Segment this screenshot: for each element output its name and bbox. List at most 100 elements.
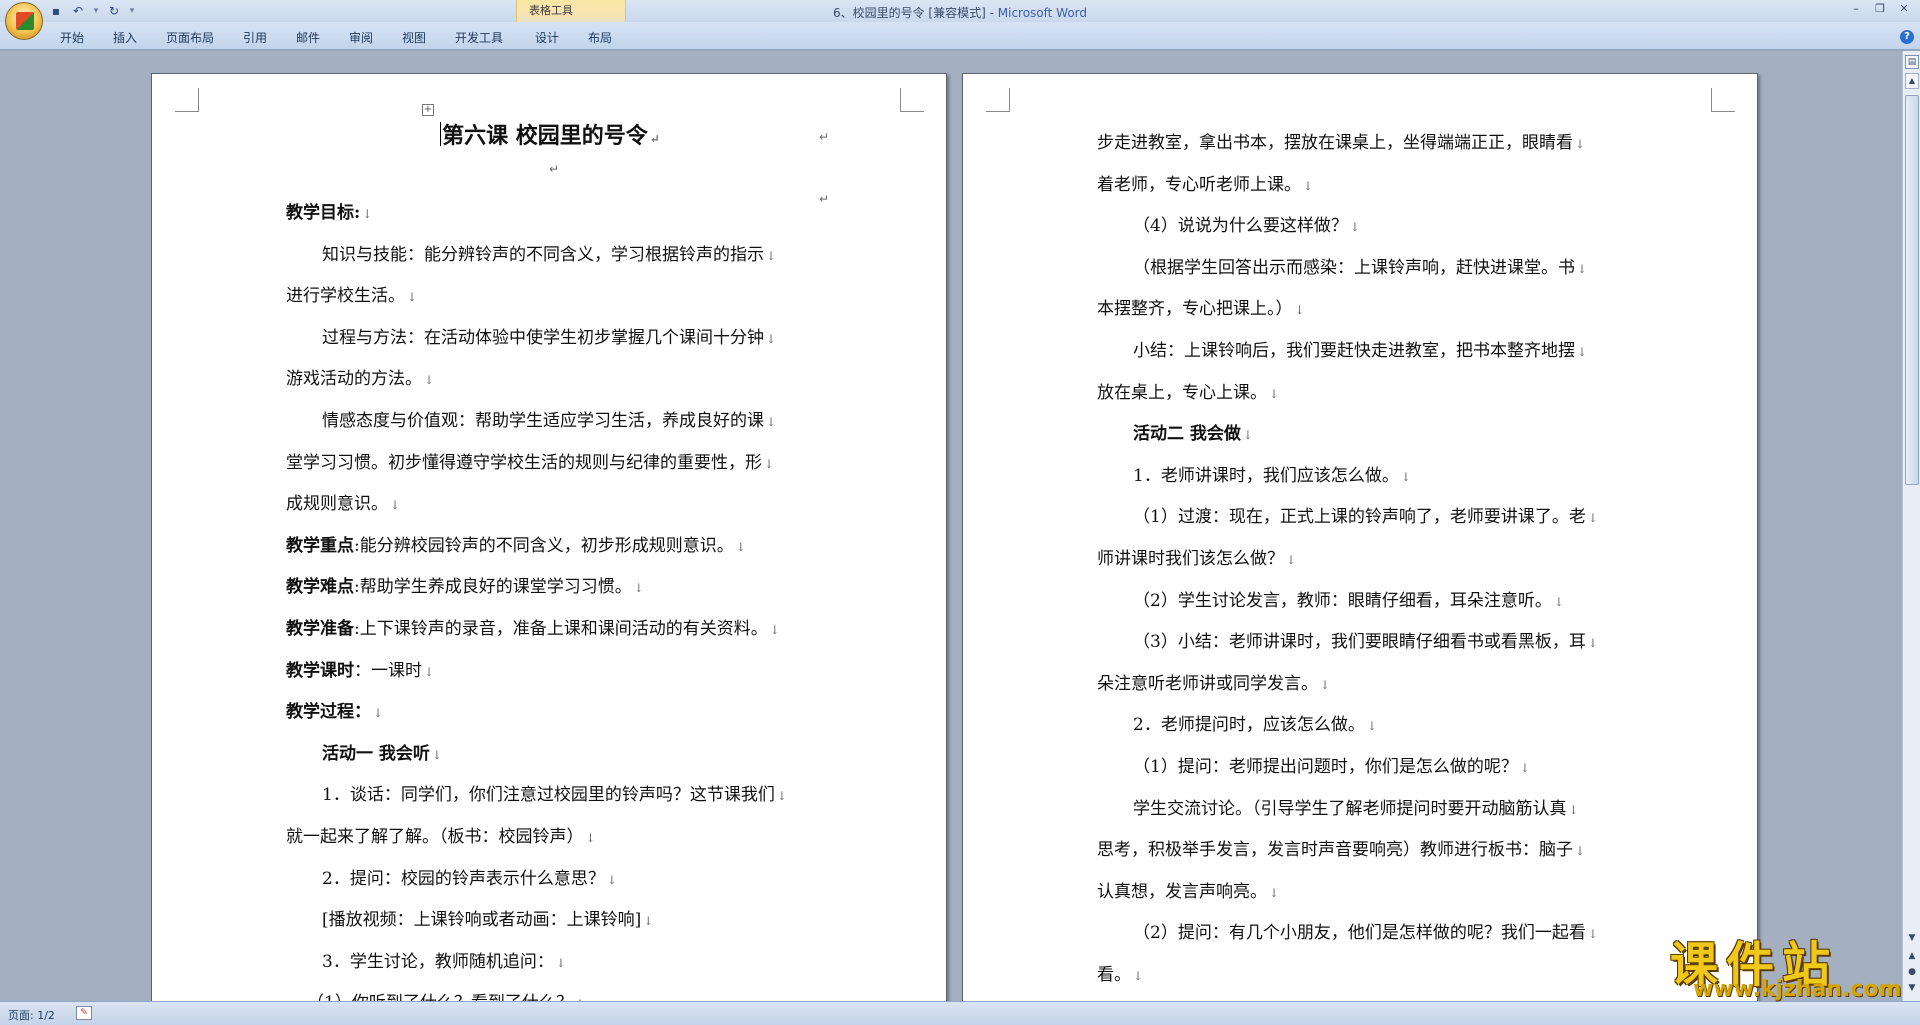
text-line[interactable]: 步走进教室，拿出书本，摆放在课桌上，坐得端端正正，眼睛看 ↓ — [1097, 128, 1585, 153]
line-text: 成规则意识。 — [286, 494, 388, 515]
tab-mailings[interactable]: 邮件 — [296, 29, 320, 46]
tab-developer[interactable]: 开发工具 — [455, 29, 503, 46]
minimize-icon[interactable]: – — [1846, 2, 1866, 15]
paragraph-mark: ↓ — [764, 456, 775, 471]
tab-view[interactable]: 视图 — [402, 29, 426, 46]
text-line[interactable]: （根据学生回答出示而感染：上课铃声响，赶快进课堂。书 ↓ — [1133, 253, 1587, 278]
text-line[interactable]: 朵注意听老师讲或同学发言。 ↓ — [1097, 669, 1330, 694]
text-line[interactable]: 师讲课时我们该怎么做？ ↓ — [1097, 544, 1296, 569]
select-browse-object-icon[interactable]: ● — [1905, 965, 1919, 979]
line-text: （1）过渡：现在，正式上课的铃声响了，老师要讲课了。老 — [1133, 507, 1586, 528]
text-line[interactable]: （4）说说为什么要这样做？ ↓ — [1133, 211, 1360, 236]
text-line[interactable]: （2）提问：有几个小朋友，他们是怎样做的呢？我们一起看 ↓ — [1133, 918, 1598, 943]
tab-layout[interactable]: 布局 — [588, 29, 612, 46]
text-line[interactable]: （2）学生讨论发言，教师：眼睛仔细看，耳朵注意听。 ↓ — [1133, 586, 1564, 611]
text-line[interactable]: 教学课时：一课时 ↓ — [286, 656, 434, 681]
line-text: （1）提问：老师提出问题时，你们是怎么做的呢？ — [1133, 757, 1518, 777]
text-line[interactable]: （3）小结：老师讲课时，我们要眼睛仔细看书或看黑板，耳 ↓ — [1133, 627, 1598, 652]
line-text: 1．谈话：同学们，你们注意过校园里的铃声吗？这节课我们 — [322, 785, 775, 806]
scroll-thumb[interactable] — [1905, 95, 1919, 485]
text-line[interactable]: 2．提问：校园的铃声表示什么意思？ ↓ — [322, 864, 617, 889]
next-page-icon[interactable]: ▼ — [1905, 981, 1919, 995]
title-bar: ▪ ↶ ▾ ↻ ▾ 6、校园里的号令 [兼容模式] - Microsoft Wo… — [0, 0, 1920, 22]
title-separator: - — [985, 6, 998, 20]
restore-icon[interactable]: ❐ — [1870, 2, 1890, 15]
text-line[interactable]: [播放视频：上课铃响或者动画：上课铃响] ↓ — [322, 905, 653, 930]
tab-home[interactable]: 开始 — [60, 29, 84, 46]
text-line[interactable]: （1）提问：老师提出问题时，你们是怎么做的呢？ ↓ — [1133, 752, 1530, 777]
paragraph-mark: ↓ — [1553, 594, 1564, 609]
paragraph-mark: ↓ — [1587, 636, 1598, 651]
vertical-scrollbar[interactable]: ▤ ▲ ▼ ▲ ● ▼ — [1902, 51, 1920, 1001]
tab-references[interactable]: 引用 — [243, 29, 267, 46]
text-line[interactable]: 教学过程： ↓ — [286, 697, 383, 722]
paragraph-mark: ↓ — [1269, 386, 1280, 401]
proofing-status-icon[interactable]: ✎ — [76, 1006, 92, 1020]
text-line[interactable]: 思考，积极举手发言，发言时声音要响亮）教师进行板书：脑子 ↓ — [1097, 835, 1585, 860]
line-text: （2）学生讨论发言，教师：眼睛仔细看，耳朵注意听。 — [1133, 590, 1552, 611]
text-line[interactable]: 3．学生讨论，教师随机追问： ↓ — [322, 947, 566, 972]
text-line[interactable]: 活动二 我会做 ↓ — [1133, 419, 1253, 444]
text-line[interactable]: 堂学习习惯。初步懂得遵守学校生活的规则与纪律的重要性，形 ↓ — [286, 448, 774, 473]
line-text: （根据学生回答出示而感染：上课铃声响，赶快进课堂。书 — [1133, 257, 1575, 278]
text-line[interactable]: 情感态度与价值观：帮助学生适应学习生活，养成良好的课 ↓ — [322, 406, 776, 431]
text-line[interactable]: 游戏活动的方法。 ↓ — [286, 364, 434, 389]
page-2: 步走进教室，拿出书本，摆放在课桌上，坐得端端正正，眼睛看 ↓ 着老师，专心听老师上课… — [962, 73, 1758, 1003]
line-text: 游戏活动的方法。 — [286, 369, 422, 390]
text-line[interactable]: 看。 ↓ — [1097, 960, 1143, 985]
paragraph-mark: ↓ — [766, 248, 777, 263]
text-line[interactable]: （1）过渡：现在，正式上课的铃声响了，老师要讲课了。老 ↓ — [1133, 502, 1598, 527]
tab-review[interactable]: 审阅 — [349, 29, 373, 46]
tab-design[interactable]: 设计 — [535, 29, 559, 46]
text-line[interactable]: 1．老师讲课时，我们应该怎么做。 ↓ — [1133, 461, 1411, 486]
site-watermark: 课件站 www.kjzhan.com — [1665, 925, 1905, 1005]
text-line[interactable]: 放在桌上，专心上课。 ↓ — [1097, 378, 1279, 403]
text-line[interactable]: 进行学校生活。 ↓ — [286, 281, 417, 306]
text-line[interactable]: 学生交流讨论。（引导学生了解老师提问时要开动脑筋认真 ↓ — [1133, 794, 1579, 819]
text-line[interactable]: 就一起来了解了解。（板书：校园铃声） ↓ — [286, 822, 596, 847]
text-line[interactable]: 成规则意识。 ↓ — [286, 489, 400, 514]
line-text: （2）提问：有几个小朋友，他们是怎样做的呢？我们一起看 — [1133, 923, 1586, 944]
paragraph-mark: ↓ — [373, 706, 384, 721]
page-counter[interactable]: 页面: 1/2 — [8, 1007, 55, 1023]
text-line[interactable]: 着老师，专心听老师上课。 ↓ — [1097, 170, 1313, 195]
text-line[interactable]: 教学难点:帮助学生养成良好的课堂学习习惯。 ↓ — [286, 572, 644, 597]
page-1: + 第六课 校园里的号令 ↵ ↵ ↵ ↵ 教学目标: ↓ 知识与技能：能分辨铃声的不同… — [151, 73, 947, 1013]
previous-page-icon[interactable]: ▲ — [1905, 949, 1919, 963]
text-line[interactable]: 本摆整齐，专心把课上。） ↓ — [1097, 294, 1305, 319]
text-line[interactable]: 过程与方法：在活动体验中使学生初步掌握几个课间十分钟 ↓ — [322, 323, 776, 348]
paragraph-mark: ↓ — [555, 955, 566, 970]
line-text: 朵注意听老师讲或同学发言。 — [1097, 673, 1318, 694]
line-text: 情感态度与价值观：帮助学生适应学习生活，养成良好的课 — [322, 411, 764, 431]
text-line[interactable]: 小结：上课铃响后，我们要赶快走进教室，把书本整齐地摆 ↓ — [1133, 336, 1587, 361]
crop-mark — [175, 88, 199, 112]
text-line[interactable]: 教学重点:能分辨校园铃声的不同含义，初步形成规则意识。 ↓ — [286, 531, 746, 556]
scroll-down-icon[interactable]: ▼ — [1905, 931, 1919, 945]
close-icon[interactable]: ✕ — [1894, 2, 1914, 15]
line-text: （4）说说为什么要这样做？ — [1133, 216, 1348, 237]
document-name: 6、校园里的号令 [兼容模式] — [832, 6, 986, 20]
table-tools-label: 表格工具 — [529, 4, 573, 17]
line-text: 教学过程： — [286, 702, 371, 723]
paragraph-mark: ↓ — [424, 373, 435, 388]
table-move-handle-icon[interactable]: + — [422, 104, 434, 116]
text-line[interactable]: 活动一 我会听 ↓ — [322, 739, 442, 764]
help-icon[interactable]: ? — [1900, 30, 1914, 44]
paragraph-mark: ↓ — [1294, 303, 1305, 318]
text-line[interactable]: 认真想，发言声响亮。 ↓ — [1097, 877, 1279, 902]
line-text: 活动一 我会听 — [322, 743, 430, 764]
text-line[interactable]: 2．老师提问时，应该怎么做。 ↓ — [1133, 710, 1377, 735]
text-line[interactable]: 知识与技能：能分辨铃声的不同含义，学习根据铃声的指示 ↓ — [322, 240, 776, 265]
scroll-up-icon[interactable]: ▲ — [1905, 73, 1919, 89]
line-text: 活动二 我会做 — [1133, 424, 1241, 445]
text-line[interactable]: 1．谈话：同学们，你们注意过校园里的铃声吗？这节课我们 ↓ — [322, 780, 787, 805]
paragraph-mark: ↓ — [424, 664, 435, 679]
tab-page-layout[interactable]: 页面布局 — [166, 29, 214, 46]
view-ruler-icon[interactable]: ▤ — [1905, 55, 1919, 69]
text-line[interactable]: 教学准备:上下课铃声的录音，准备上课和课间活动的有关资料。 ↓ — [286, 614, 780, 639]
office-button[interactable] — [5, 2, 43, 40]
paragraph-mark: ↓ — [766, 331, 777, 346]
paragraph-mark: ↓ — [1303, 178, 1314, 193]
tab-insert[interactable]: 插入 — [113, 29, 137, 46]
text-line[interactable]: 教学目标: ↓ — [286, 198, 372, 223]
